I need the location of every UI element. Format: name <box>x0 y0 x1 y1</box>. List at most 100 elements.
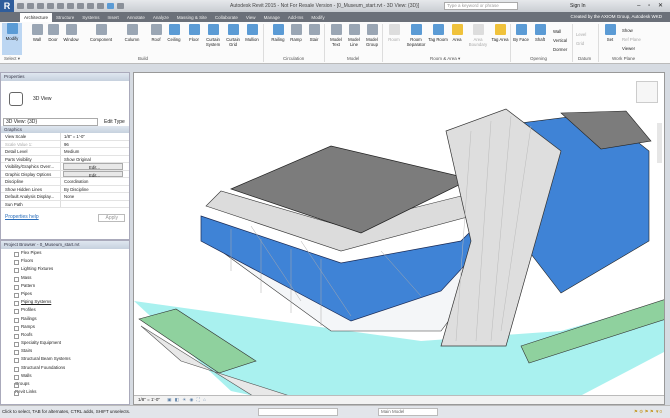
set-work-plane-tool[interactable]: Set <box>600 24 620 42</box>
stair-tool[interactable]: Stair <box>304 24 324 42</box>
view-control-icons[interactable]: ▣ ◧ ☀ ◉ ⛶ ⌂ <box>167 397 207 402</box>
apply-button[interactable]: Apply <box>98 214 125 222</box>
shaft-tool[interactable]: Shaft <box>530 24 550 42</box>
property-row[interactable]: Parts VisibilityShow Original <box>1 156 129 164</box>
thin-lines-icon[interactable] <box>107 3 114 9</box>
browser-item[interactable]: Floors <box>1 257 129 265</box>
floor-tool[interactable]: Floor <box>184 24 204 42</box>
browser-item[interactable]: Pipes <box>1 290 129 298</box>
tab-systems[interactable]: Systems <box>78 13 103 22</box>
viewcube[interactable] <box>636 81 658 103</box>
panel-label-select[interactable]: Select ▾ <box>4 56 20 62</box>
window-controls[interactable]: – ▫ ✕ <box>637 2 666 9</box>
search-input[interactable]: Type a keyword or phrase <box>444 2 518 10</box>
room-tool[interactable]: Room <box>384 24 404 42</box>
property-value[interactable]: Edit... <box>63 171 123 178</box>
panel-label-room-area[interactable]: Room & Area ▾ <box>430 56 460 62</box>
mullion-tool[interactable]: Mullion <box>242 24 262 42</box>
tab-add-ins[interactable]: Add-Ins <box>284 13 308 22</box>
property-value[interactable]: 1/8" = 1'-0" <box>61 133 129 140</box>
design-option-field[interactable]: Main Model <box>378 408 438 416</box>
section-icon[interactable] <box>97 3 104 9</box>
browser-item[interactable]: Specialty Equipment <box>1 339 129 347</box>
browser-item[interactable]: Mass <box>1 274 129 282</box>
grid-button[interactable]: Grid <box>576 39 586 48</box>
measure-icon[interactable] <box>67 3 74 9</box>
door-tool[interactable]: Door <box>43 24 63 42</box>
browser-item[interactable]: Piping Systems <box>1 298 129 306</box>
modify-tool[interactable]: Modify <box>2 23 22 55</box>
ceiling-tool[interactable]: Ceiling <box>164 24 184 42</box>
tab-view[interactable]: View <box>242 13 260 22</box>
show-button[interactable]: Show <box>622 26 641 35</box>
navigation-bar[interactable] <box>657 123 662 163</box>
view-scale[interactable]: 1/8" = 1'-0" <box>138 397 160 402</box>
property-value[interactable]: Edit... <box>63 163 123 170</box>
browser-item[interactable]: Revit Links <box>1 388 129 396</box>
browser-item[interactable]: Profiles <box>1 306 129 314</box>
roof-tool[interactable]: Roof <box>146 24 166 42</box>
type-selector-preview[interactable]: 3D View <box>1 81 129 117</box>
property-value[interactable]: Show Original <box>61 156 129 163</box>
edit-type-button[interactable]: Edit Type <box>104 119 125 125</box>
property-row[interactable]: Detail LevelMedium <box>1 148 129 156</box>
ref-plane-button[interactable]: Ref Plane <box>622 35 641 44</box>
switch-windows-icon[interactable] <box>117 3 124 9</box>
tab-massing-site[interactable]: Massing & Site <box>173 13 211 22</box>
model-group-tool[interactable]: Model Group <box>362 24 382 47</box>
property-row[interactable]: Scale Value 1:96 <box>1 141 129 149</box>
wall-opening-button[interactable]: Wall <box>553 27 567 36</box>
browser-item[interactable]: Stairs <box>1 347 129 355</box>
instance-selector[interactable]: 3D View: {3D} <box>3 118 98 126</box>
by-face-tool[interactable]: By Face <box>511 24 531 42</box>
property-row[interactable]: Sun Path <box>1 201 129 209</box>
property-row[interactable]: Show Hidden LinesBy Discipline <box>1 186 129 194</box>
curtain-system-tool[interactable]: Curtain System <box>203 24 223 47</box>
tag-area-tool[interactable]: Tag Area <box>490 24 510 42</box>
tab-insert[interactable]: Insert <box>104 13 123 22</box>
property-value[interactable]: 96 <box>61 141 129 148</box>
app-menu-button[interactable]: R <box>0 0 14 12</box>
area-boundary-tool[interactable]: Area Boundary <box>466 24 490 47</box>
model-line-tool[interactable]: Model Line <box>344 24 364 47</box>
text-icon[interactable] <box>77 3 84 9</box>
print-icon[interactable] <box>57 3 64 9</box>
browser-item[interactable]: Pattern <box>1 282 129 290</box>
level-button[interactable]: Level <box>576 30 586 39</box>
graphics-group[interactable]: Graphics <box>1 126 129 133</box>
property-value[interactable]: None <box>61 193 129 200</box>
browser-item[interactable]: Groups <box>1 380 129 388</box>
tab-annotate[interactable]: Annotate <box>123 13 149 22</box>
tab-analyze[interactable]: Analyze <box>149 13 173 22</box>
property-row[interactable]: DisciplineCoordination <box>1 178 129 186</box>
property-value[interactable]: Medium <box>61 148 129 155</box>
area-tool[interactable]: Area <box>447 24 467 42</box>
ramp-tool[interactable]: Ramp <box>286 24 306 42</box>
workset-field[interactable] <box>258 408 338 416</box>
3d-viewport[interactable] <box>133 72 665 405</box>
tab-structure[interactable]: Structure <box>52 13 78 22</box>
undo-icon[interactable] <box>37 3 44 9</box>
tab-architecture[interactable]: Architecture <box>20 13 52 22</box>
property-row[interactable]: View Scale1/8" = 1'-0" <box>1 133 129 141</box>
dormer-opening-button[interactable]: Dormer <box>553 45 567 54</box>
property-value[interactable]: Coordination <box>61 178 129 185</box>
selection-filter-icons[interactable]: ⚑ ⚙ ⚑ ⚑ ▼0 <box>634 406 662 418</box>
vertical-opening-button[interactable]: Vertical <box>553 36 567 45</box>
railing-tool[interactable]: Railing <box>268 24 288 42</box>
browser-item[interactable]: Structural Foundations <box>1 364 129 372</box>
column-tool[interactable]: Column <box>122 24 142 42</box>
model-text-tool[interactable]: Model Text <box>326 24 346 47</box>
component-tool[interactable]: Component <box>88 24 114 42</box>
tab-collaborate[interactable]: Collaborate <box>211 13 242 22</box>
browser-item[interactable]: Ramps <box>1 323 129 331</box>
browser-item[interactable]: Railings <box>1 315 129 323</box>
property-row[interactable]: Default Analysis Display...None <box>1 193 129 201</box>
browser-item[interactable]: Roofs <box>1 331 129 339</box>
tab-manage[interactable]: Manage <box>260 13 284 22</box>
sign-in-button[interactable]: Sign In <box>570 3 586 9</box>
window-tool[interactable]: Window <box>61 24 81 42</box>
properties-help-link[interactable]: Properties help <box>5 214 39 222</box>
browser-item[interactable]: Flex Pipes <box>1 249 129 257</box>
3d-view-icon[interactable] <box>87 3 94 9</box>
